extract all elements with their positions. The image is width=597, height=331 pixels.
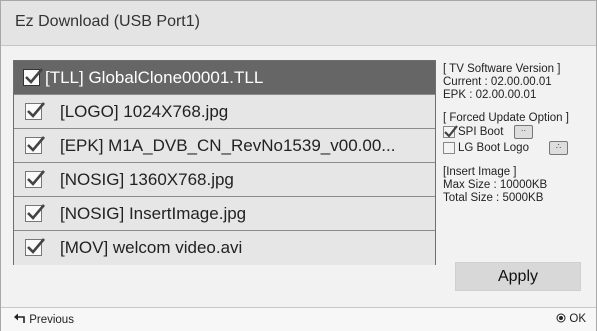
checkmark-icon bbox=[27, 238, 45, 254]
footer-bar: Previous OK bbox=[1, 307, 596, 331]
file-name: [TLL] GlobalClone00001.TLL bbox=[45, 68, 264, 87]
checkmark-icon bbox=[25, 68, 43, 84]
previous-button[interactable]: Previous bbox=[13, 313, 74, 326]
checkmark-icon bbox=[27, 136, 45, 152]
forced-update-header: [ Forced Update Option ] bbox=[443, 112, 569, 124]
file-row-nosig-1360[interactable]: [NOSIG] 1360X768.jpg bbox=[14, 163, 435, 197]
lg-boot-logo-option[interactable]: LG Boot Logo ∴ bbox=[443, 141, 569, 157]
ok-label: OK bbox=[569, 313, 586, 325]
checkmark-icon bbox=[27, 170, 45, 186]
lg-boot-logo-options-button[interactable]: ∴ bbox=[549, 141, 568, 155]
file-name: [MOV] welcom video.avi bbox=[60, 238, 243, 257]
checkmark-icon bbox=[444, 125, 458, 138]
file-checkbox[interactable] bbox=[25, 136, 45, 154]
file-name: [NOSIG] InsertImage.jpg bbox=[60, 204, 247, 223]
file-name: [LOGO] 1024X768.jpg bbox=[60, 102, 229, 121]
file-checkbox[interactable] bbox=[25, 170, 45, 188]
insert-image-header: [Insert Image ] bbox=[443, 166, 517, 178]
checkmark-icon bbox=[27, 102, 45, 118]
file-row-mov[interactable]: [MOV] welcom video.avi bbox=[14, 231, 435, 265]
window-title: Ez Download (USB Port1) bbox=[15, 13, 200, 30]
file-row-epk[interactable]: [EPK] M1A_DVB_CN_RevNo1539_v00.00... bbox=[14, 129, 435, 163]
file-row-tll[interactable]: [TLL] GlobalClone00001.TLL bbox=[14, 61, 435, 95]
file-row-logo[interactable]: [LOGO] 1024X768.jpg bbox=[14, 95, 435, 129]
apply-button[interactable]: Apply bbox=[455, 262, 581, 291]
ez-download-window: Ez Download (USB Port1) [TLL] GlobalClon… bbox=[0, 0, 597, 331]
file-checkbox[interactable] bbox=[25, 102, 45, 120]
spi-boot-label: SPI Boot bbox=[458, 126, 504, 138]
spi-boot-checkbox[interactable] bbox=[443, 125, 458, 138]
file-name: [EPK] M1A_DVB_CN_RevNo1539_v00.00... bbox=[60, 136, 396, 155]
return-arrow-icon bbox=[14, 313, 25, 323]
spi-boot-option[interactable]: SPI Boot ·· bbox=[443, 125, 569, 141]
file-row-nosig-insert[interactable]: [NOSIG] InsertImage.jpg bbox=[14, 197, 435, 231]
file-checkbox[interactable] bbox=[25, 238, 45, 256]
max-size: Max Size : 10000KB bbox=[443, 179, 548, 191]
total-size: Total Size : 5000KB bbox=[443, 192, 544, 204]
current-version: Current : 02.00.00.01 bbox=[443, 76, 552, 88]
file-checkbox[interactable] bbox=[25, 204, 45, 222]
title-bar: Ez Download (USB Port1) bbox=[1, 1, 596, 46]
spi-boot-options-button[interactable]: ·· bbox=[514, 125, 533, 139]
sw-version-header: [ TV Software Version ] bbox=[443, 63, 561, 75]
file-list: [TLL] GlobalClone00001.TLL [LOGO] 1024X7… bbox=[13, 60, 436, 265]
file-checkbox[interactable] bbox=[23, 68, 43, 86]
ok-dot-icon bbox=[556, 313, 566, 323]
file-name: [NOSIG] 1360X768.jpg bbox=[60, 170, 234, 189]
previous-label: Previous bbox=[29, 314, 74, 326]
checkmark-icon bbox=[27, 204, 45, 220]
ok-button[interactable]: OK bbox=[556, 313, 586, 325]
info-panel: [ TV Software Version ] Current : 02.00.… bbox=[443, 63, 569, 205]
lg-boot-logo-label: LG Boot Logo bbox=[458, 142, 529, 154]
lg-boot-logo-checkbox[interactable] bbox=[443, 142, 455, 154]
epk-version: EPK : 02.00.00.01 bbox=[443, 89, 537, 101]
